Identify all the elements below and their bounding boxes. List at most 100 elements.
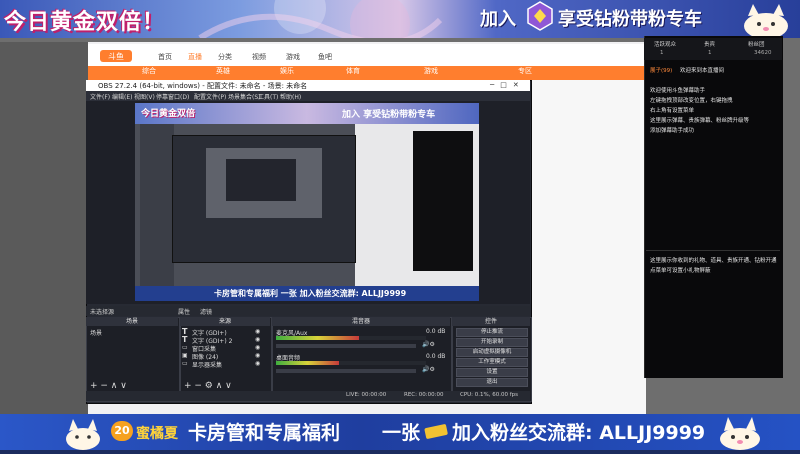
enjoy-perk-text: 享受钻粉带粉专车 bbox=[558, 9, 702, 30]
menu-file[interactable]: 文件(F) bbox=[90, 92, 110, 101]
mixer-track-db: 0.0 dB bbox=[426, 328, 446, 335]
preview-join-text: 加入 享受钻粉带粉专车 bbox=[342, 110, 436, 120]
perk-text: 卡房管和专属福利 bbox=[188, 422, 341, 444]
nav-item[interactable]: 英雄 bbox=[216, 66, 230, 76]
minimize-icon[interactable]: ─ bbox=[490, 81, 500, 89]
header-item-game[interactable]: 游戏 bbox=[286, 52, 300, 62]
chat-stat: 34620 bbox=[754, 50, 772, 56]
chat-line: 添加弹幕助手成功 bbox=[650, 128, 695, 134]
virtual-camera-button[interactable]: 启动虚拟摄像机 bbox=[456, 348, 528, 357]
volume-slider[interactable] bbox=[276, 344, 416, 348]
cpu-status: CPU: 0.1%, 60.00 fps bbox=[460, 392, 519, 398]
join-group-text: 加入粉丝交流群: ALLJJ9999 bbox=[452, 422, 706, 444]
cat-mascot-icon bbox=[62, 414, 104, 450]
preview-nested-preview-inner bbox=[226, 159, 296, 201]
no-source-label: 未选择源 bbox=[90, 309, 115, 316]
sources-title: 来源 bbox=[180, 317, 270, 326]
start-recording-button[interactable]: 开始录制 bbox=[456, 338, 528, 347]
image-source-icon: ▣ bbox=[182, 352, 188, 359]
preview-footer-text: 卡房管和专属福利 一张 加入粉丝交流群: ALLJJ9999 bbox=[214, 289, 407, 298]
stop-streaming-button[interactable]: 停止推流 bbox=[456, 328, 528, 337]
menu-view[interactable]: 视图(V) bbox=[134, 92, 155, 101]
menu-edit[interactable]: 编辑(E) bbox=[112, 92, 132, 101]
exit-button[interactable]: 退出 bbox=[456, 378, 528, 387]
scenes-title: 场景 bbox=[86, 317, 178, 326]
nav-item[interactable]: 专区 bbox=[518, 66, 532, 76]
diamond-badge-icon bbox=[527, 1, 553, 31]
eye-icon[interactable]: ◉ bbox=[255, 328, 260, 335]
chat-tab[interactable]: 贵宾 bbox=[704, 40, 715, 48]
rec-status: REC: 00:00:00 bbox=[404, 392, 444, 398]
window-source-icon: ▭ bbox=[182, 344, 188, 351]
nav-item[interactable]: 娱乐 bbox=[280, 66, 294, 76]
source-item[interactable]: 显示器采集 bbox=[192, 360, 222, 369]
mixer-track-db: 0.0 dB bbox=[426, 353, 446, 360]
gift-info-line: 这里展示你收到的礼物、道具、贵族开通、钻粉开通 bbox=[650, 258, 777, 264]
maximize-icon[interactable]: □ bbox=[500, 81, 513, 89]
monitor-source-icon: ▭ bbox=[182, 360, 188, 367]
volume-meter-fill bbox=[276, 336, 359, 340]
add-source-button[interactable]: + − ⚙ ∧ ∨ bbox=[184, 381, 232, 391]
eye-icon[interactable]: ◉ bbox=[255, 336, 260, 343]
nav-item[interactable]: 游戏 bbox=[424, 66, 438, 76]
settings-button[interactable]: 设置 bbox=[456, 368, 528, 377]
preview-nested-chat bbox=[413, 131, 473, 271]
fan-level-badge: 20 bbox=[111, 421, 133, 441]
ticket-icon bbox=[424, 423, 448, 439]
preview-nested-site bbox=[140, 124, 174, 286]
volume-slider[interactable] bbox=[276, 369, 416, 373]
chat-line: 欢迎使用斗鱼弹幕助手 bbox=[650, 88, 706, 94]
desktop-left-area bbox=[0, 42, 88, 414]
source-toolbar bbox=[86, 306, 530, 316]
menu-dock[interactable]: 停靠窗口(D) bbox=[156, 92, 189, 101]
menu-tools[interactable]: 工具(T) bbox=[258, 92, 278, 101]
live-status: LIVE: 00:00:00 bbox=[346, 392, 387, 398]
menu-scene-collection[interactable]: 场景集合(S) bbox=[228, 92, 261, 101]
chat-stat: 1 bbox=[660, 50, 664, 56]
header-item-category[interactable]: 分类 bbox=[218, 52, 232, 62]
menu-help[interactable]: 帮助(H) bbox=[280, 92, 301, 101]
add-scene-button[interactable]: + − ∧ ∨ bbox=[90, 381, 127, 391]
nav-item[interactable]: 综合 bbox=[142, 66, 156, 76]
text-source-icon: T bbox=[182, 335, 188, 344]
site-logo[interactable]: 斗鱼 bbox=[100, 48, 134, 62]
speaker-icon[interactable]: 🔊⚙ bbox=[422, 341, 435, 348]
speaker-icon[interactable]: 🔊⚙ bbox=[422, 366, 435, 373]
filters-button[interactable]: 滤镜 bbox=[200, 307, 212, 316]
promo-text: 今日黄金双倍！ bbox=[4, 10, 166, 35]
cat-mascot-icon bbox=[736, 2, 796, 39]
nav-item[interactable]: 体育 bbox=[346, 66, 360, 76]
chat-line: 左键拖拽顶部改变位置，右键拖拽 bbox=[650, 98, 733, 104]
obs-title: OBS 27.2.4 (64-bit, windows) - 配置文件: 未命名… bbox=[98, 82, 308, 90]
cat-mascot-icon bbox=[714, 413, 766, 450]
chat-tab[interactable]: 粉丝团 bbox=[748, 40, 765, 48]
scene-item[interactable]: 场景 bbox=[90, 328, 102, 337]
window-controls[interactable]: ─□✕ bbox=[490, 81, 525, 89]
site-logo-text: 斗鱼 bbox=[108, 51, 124, 61]
menu-profile[interactable]: 配置文件(P) bbox=[194, 92, 226, 101]
controls-title: 控件 bbox=[452, 317, 530, 326]
chat-tab[interactable]: 活跃观众 bbox=[654, 40, 676, 48]
eye-icon[interactable]: ◉ bbox=[255, 344, 260, 351]
header-item-home[interactable]: 首页 bbox=[158, 52, 172, 62]
header-item-video[interactable]: 视频 bbox=[252, 52, 266, 62]
mixer-title: 混音器 bbox=[272, 317, 450, 326]
chat-username[interactable]: 展子(99) bbox=[650, 66, 672, 74]
chat-line: 右上角有设置菜单 bbox=[650, 108, 695, 114]
close-icon[interactable]: ✕ bbox=[513, 81, 525, 89]
chat-stat: 1 bbox=[708, 50, 712, 56]
site-right-panel bbox=[520, 80, 646, 414]
ticket-prefix-text: 一张 bbox=[382, 422, 421, 444]
chat-welcome: 欢迎来到本直播间 bbox=[680, 68, 725, 74]
eye-icon[interactable]: ◉ bbox=[255, 352, 260, 359]
chat-line: 这里展示弹幕、贵族弹幕、粉丝牌升级等 bbox=[650, 118, 750, 124]
properties-button[interactable]: 属性 bbox=[178, 307, 190, 316]
header-item-live[interactable]: 直播 bbox=[188, 52, 202, 62]
header-item-forum[interactable]: 鱼吧 bbox=[318, 52, 332, 62]
eye-icon[interactable]: ◉ bbox=[255, 360, 260, 367]
fan-username: 蜜橘夏 bbox=[136, 426, 178, 442]
preview-promo-text: 今日黄金双倍 bbox=[141, 109, 196, 119]
studio-mode-button[interactable]: 工作室模式 bbox=[456, 358, 528, 367]
volume-meter-fill bbox=[276, 361, 339, 365]
join-text: 加入 bbox=[480, 9, 516, 30]
